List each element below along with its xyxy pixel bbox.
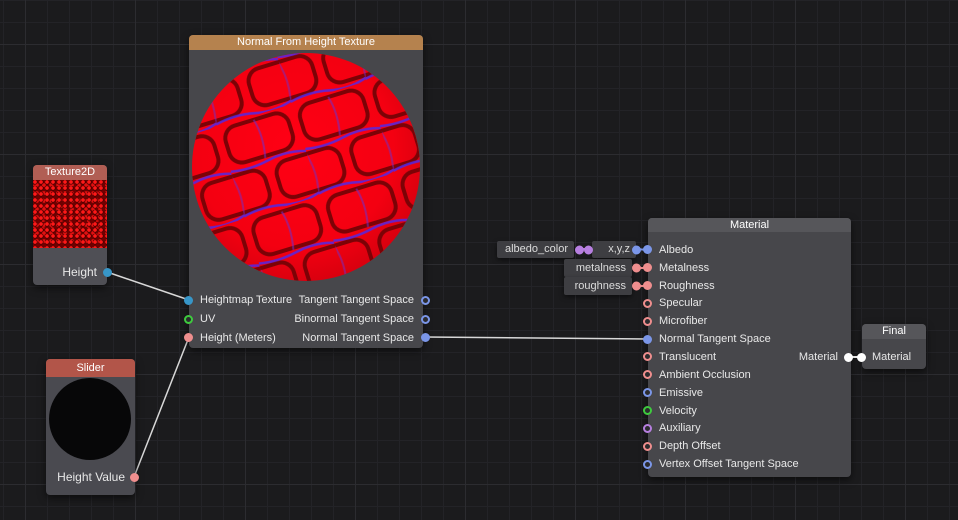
metalness-label: metalness (564, 259, 632, 277)
port-label-height: Height (62, 265, 97, 279)
port-in-velocity[interactable] (643, 406, 652, 415)
port-out-normal-ts[interactable] (421, 333, 430, 342)
port-label-normal-ts: Normal Tangent Space (302, 332, 414, 344)
node-slider-title[interactable]: Slider (46, 359, 135, 377)
port-in-final-material[interactable] (857, 353, 866, 362)
port-label-uv: UV (200, 313, 215, 325)
node-xyz[interactable]: x,y,z (592, 241, 636, 258)
port-in-vertex-offset-tangent-space[interactable] (643, 460, 652, 469)
port-out-height[interactable] (103, 268, 112, 277)
material-input-row: Metalness (648, 259, 851, 277)
node-slider[interactable]: Slider Height Value (46, 359, 135, 495)
port-in-auxiliary[interactable] (643, 424, 652, 433)
port-in-heightmap-texture[interactable] (184, 296, 193, 305)
port-out-albedo-color[interactable] (575, 245, 584, 254)
node-final[interactable]: Final Material (862, 324, 926, 369)
port-in-emissive[interactable] (643, 388, 652, 397)
wire-height-to-heightmap[interactable] (107, 272, 189, 300)
node-normal-from-height-texture[interactable]: Normal From Height Texture (189, 35, 423, 348)
texture2d-preview-image (33, 180, 107, 248)
port-label-binormal-ts: Binormal Tangent Space (294, 313, 414, 325)
material-input-row: Depth Offset (648, 437, 851, 455)
port-out-roughness[interactable] (632, 282, 641, 291)
port-label: Vertex Offset Tangent Space (659, 458, 799, 470)
port-out-height-value[interactable] (130, 473, 139, 482)
node-material-title[interactable]: Material (648, 218, 851, 232)
node-albedo-color[interactable]: albedo_color (497, 241, 574, 258)
node-texture2d-title[interactable]: Texture2D (33, 165, 107, 180)
port-label: Auxiliary (659, 422, 701, 434)
material-input-row: Vertex Offset Tangent Space (648, 455, 851, 473)
port-label-tangent-ts: Tangent Tangent Space (299, 294, 414, 306)
port-out-binormal-ts[interactable] (421, 315, 430, 324)
port-label: Emissive (659, 387, 703, 399)
port-out-xyz[interactable] (632, 245, 641, 254)
port-label: Specular (659, 297, 702, 309)
node-texture2d[interactable]: Texture2D Height (33, 165, 107, 285)
port-in-uv[interactable] (184, 315, 193, 324)
material-input-row: Albedo (648, 241, 851, 259)
node-roughness[interactable]: roughness (564, 277, 632, 295)
material-input-row: Emissive (648, 384, 851, 402)
node-final-title[interactable]: Final (862, 324, 926, 339)
material-input-row: Ambient Occlusion (648, 366, 851, 384)
material-input-row: Normal Tangent Space (648, 330, 851, 348)
port-label-heightmap-texture: Heightmap Texture (200, 294, 292, 306)
material-input-row: Auxiliary (648, 419, 851, 437)
normal-sphere-preview (189, 35, 423, 285)
wire-slider-to-heightmeters[interactable] (134, 337, 189, 477)
port-in-height-meters[interactable] (184, 333, 193, 342)
albedo-color-label: albedo_color (497, 241, 574, 258)
port-label: Metalness (659, 262, 709, 274)
port-in-microfiber[interactable] (643, 317, 652, 326)
port-label: Ambient Occlusion (659, 369, 751, 381)
port-label: Depth Offset (659, 440, 721, 452)
port-label-height-value: Height Value (57, 470, 125, 484)
port-in-translucent[interactable] (643, 352, 652, 361)
port-label: Translucent (659, 351, 716, 363)
port-label: Velocity (659, 405, 697, 417)
port-label: Roughness (659, 280, 715, 292)
port-in-ambient-occlusion[interactable] (643, 370, 652, 379)
port-label-height-meters: Height (Meters) (200, 332, 276, 344)
material-input-row: Velocity (648, 402, 851, 420)
port-label: Microfiber (659, 315, 707, 327)
wire-normalts-to-material[interactable] (425, 337, 648, 339)
port-label: Albedo (659, 244, 693, 256)
port-out-material[interactable] (844, 353, 853, 362)
port-label-material-out: Material (799, 351, 838, 363)
xyz-label: x,y,z (592, 241, 636, 258)
port-in-roughness[interactable] (643, 281, 652, 290)
port-label-final-material: Material (872, 351, 911, 363)
port-out-metalness[interactable] (632, 264, 641, 273)
port-in-normal-tangent-space[interactable] (643, 335, 652, 344)
material-input-row: Roughness (648, 277, 851, 295)
material-input-row: Specular (648, 295, 851, 313)
port-out-tangent-ts[interactable] (421, 296, 430, 305)
slider-preview-circle[interactable] (49, 378, 131, 460)
roughness-label: roughness (564, 277, 632, 295)
graph-canvas[interactable]: Texture2D Height Slider Height Value Nor… (0, 0, 958, 520)
node-metalness[interactable]: metalness (564, 259, 632, 277)
node-material[interactable]: Material Albedo Metalness Roughness Specula… (648, 218, 851, 477)
port-label: Normal Tangent Space (659, 333, 771, 345)
port-in-metalness[interactable] (643, 263, 652, 272)
port-in-albedo[interactable] (643, 245, 652, 254)
material-input-row: Microfiber (648, 312, 851, 330)
port-in-specular[interactable] (643, 299, 652, 308)
port-in-xyz[interactable] (584, 245, 593, 254)
port-in-depth-offset[interactable] (643, 442, 652, 451)
